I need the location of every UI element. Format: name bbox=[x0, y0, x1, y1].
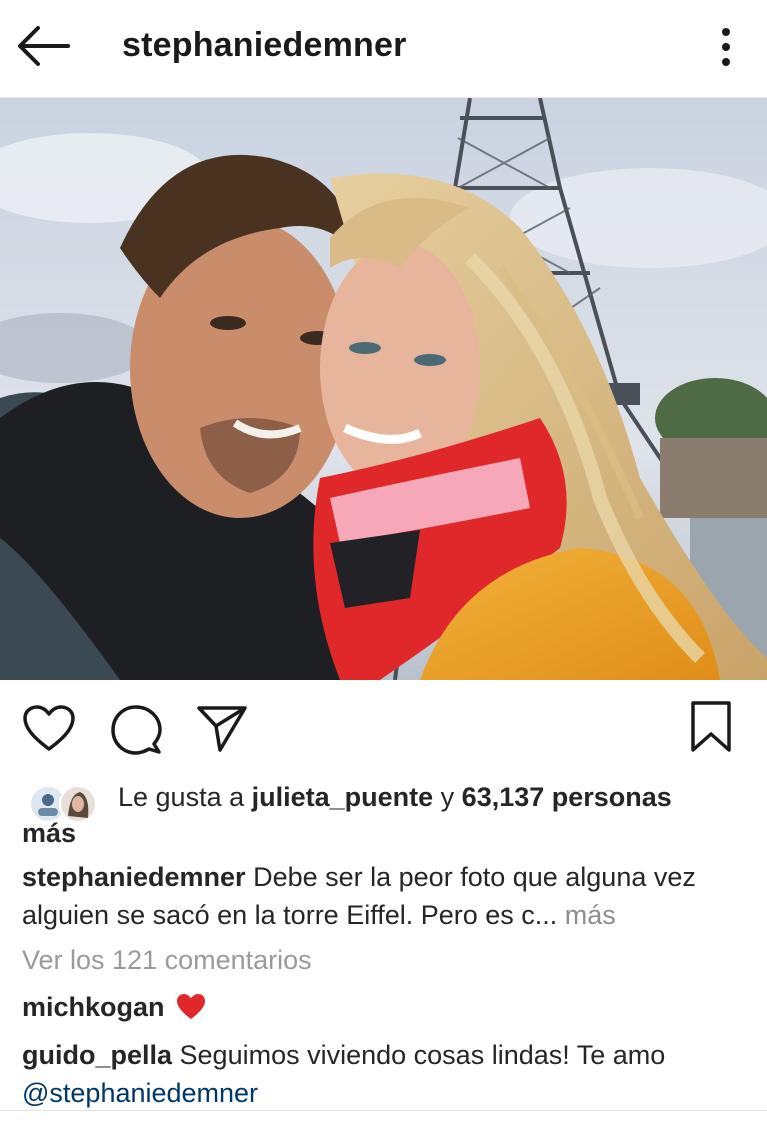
bookmark-icon bbox=[691, 701, 731, 752]
comment-button[interactable] bbox=[110, 704, 162, 761]
save-button[interactable] bbox=[690, 700, 732, 759]
vertical-dots-icon bbox=[722, 28, 730, 66]
post-photo[interactable] bbox=[0, 98, 767, 680]
comment-bubble-icon bbox=[111, 705, 162, 755]
back-button[interactable] bbox=[14, 22, 74, 70]
comment-item: guido_pella Seguimos viviendo cosas lind… bbox=[22, 1036, 742, 1112]
like-button[interactable] bbox=[22, 704, 76, 759]
caption-more-link[interactable]: más bbox=[557, 900, 616, 930]
likes-connector: y bbox=[433, 782, 462, 812]
comment-username[interactable]: guido_pella bbox=[22, 1040, 172, 1070]
likes-text: Le gusta a julieta_puente y 63,137 perso… bbox=[118, 780, 738, 814]
comment-item: michkogan bbox=[22, 988, 742, 1026]
profile-username-title[interactable]: stephaniedemner bbox=[122, 26, 407, 65]
likes-prefix: Le gusta a bbox=[118, 782, 252, 812]
more-options-button[interactable] bbox=[708, 22, 744, 72]
comment-text: Seguimos viviendo cosas lindas! Te amo bbox=[172, 1040, 666, 1070]
likes-count-suffix[interactable]: más bbox=[22, 816, 76, 850]
liker-username[interactable]: julieta_puente bbox=[252, 782, 434, 812]
top-bar: stephaniedemner bbox=[0, 0, 767, 98]
view-all-comments-link[interactable]: Ver los 121 comentarios bbox=[22, 945, 312, 976]
share-button[interactable] bbox=[196, 704, 248, 759]
arrow-left-icon bbox=[18, 26, 70, 66]
post-actions-bar bbox=[0, 690, 767, 770]
comment-mention[interactable]: @stephaniedemner bbox=[22, 1078, 258, 1108]
comment-username[interactable]: michkogan bbox=[22, 992, 165, 1022]
heart-icon bbox=[23, 705, 75, 751]
post-photo-illustration bbox=[0, 98, 767, 680]
divider bbox=[0, 1110, 767, 1111]
heart-emoji bbox=[177, 994, 206, 1019]
paper-plane-icon bbox=[197, 706, 247, 752]
post-caption: stephaniedemner Debe ser la peor foto qu… bbox=[22, 858, 742, 934]
likes-count[interactable]: 63,137 personas bbox=[462, 782, 672, 812]
caption-username[interactable]: stephaniedemner bbox=[22, 862, 246, 892]
